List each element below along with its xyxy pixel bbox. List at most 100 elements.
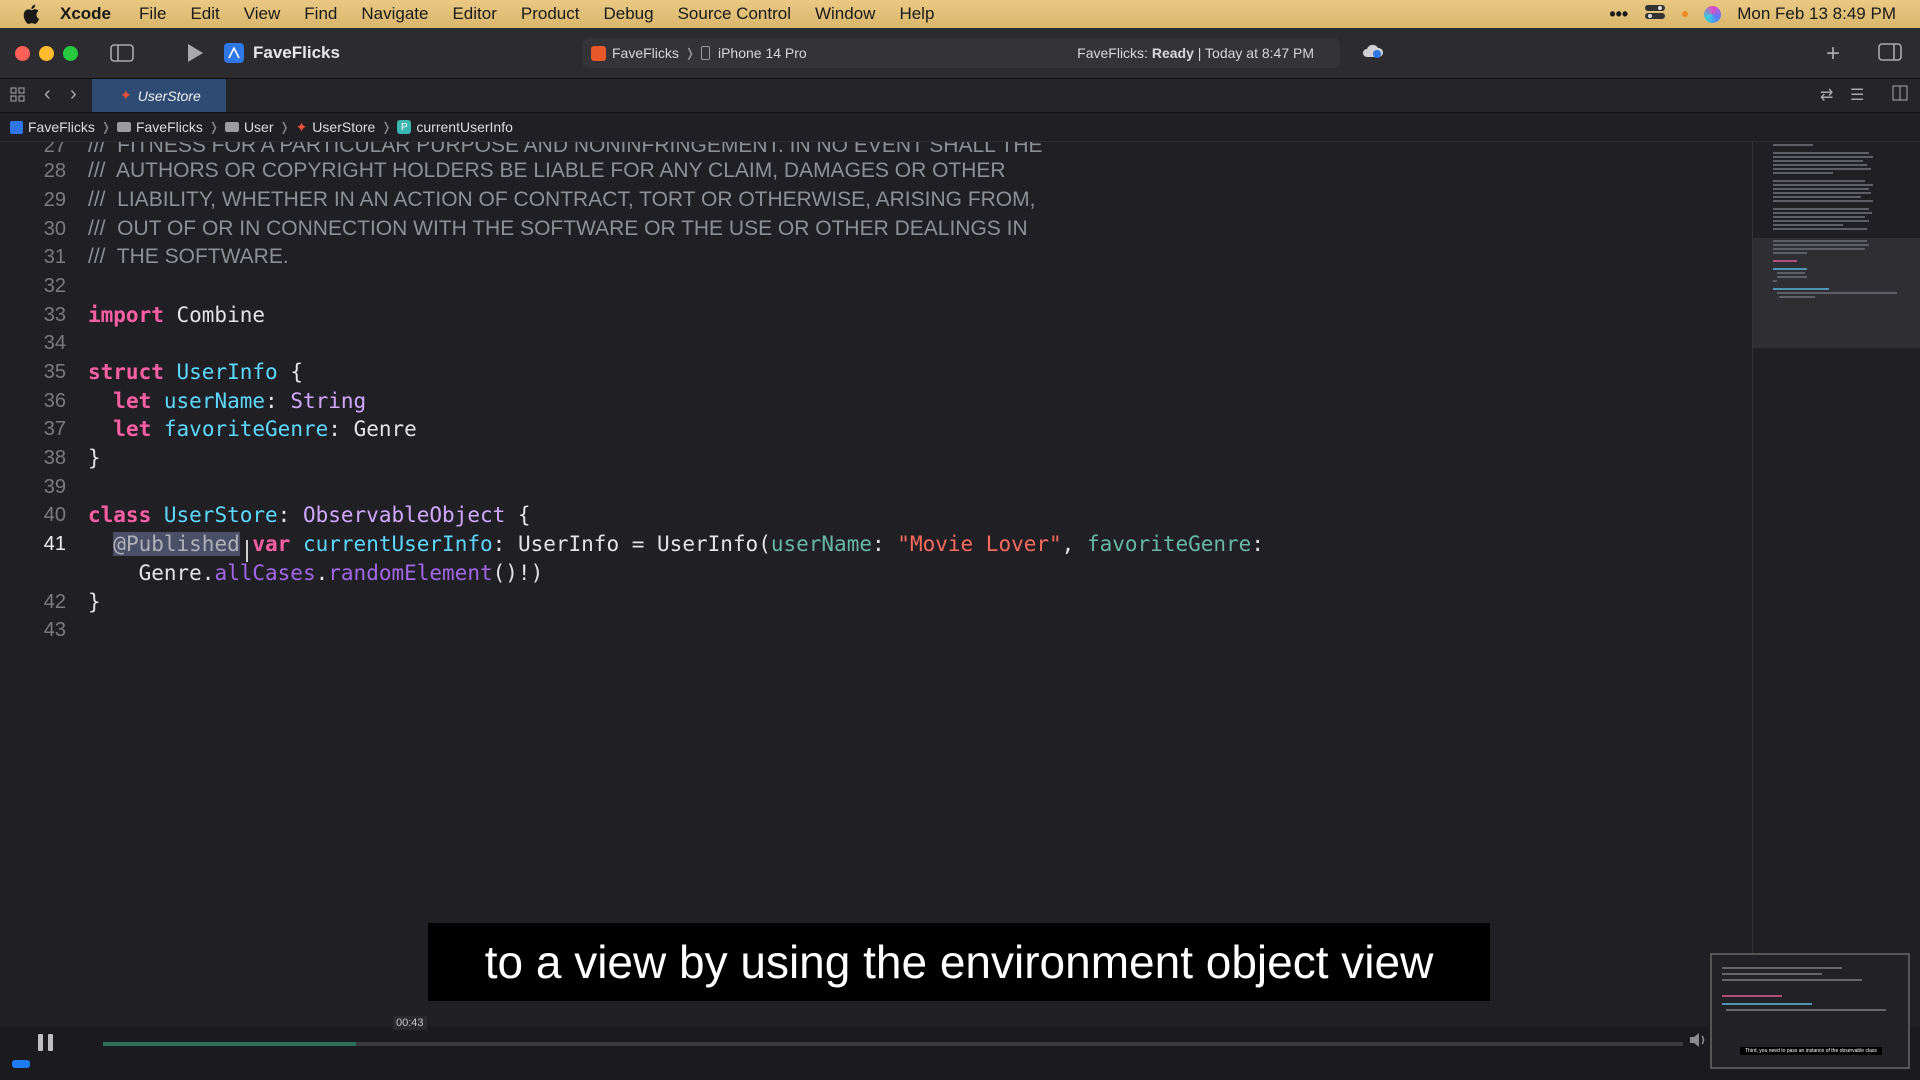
- grid-icon[interactable]: [10, 87, 26, 103]
- minimap-line: [1773, 248, 1865, 250]
- selected-attribute[interactable]: @Published: [113, 532, 240, 556]
- menu-help[interactable]: Help: [899, 4, 934, 24]
- navigator-toggle-icon[interactable]: [110, 44, 134, 62]
- minimap-line: [1773, 200, 1873, 202]
- minimize-button[interactable]: [39, 45, 54, 61]
- minimap-line: [1777, 292, 1897, 294]
- code-text: Genre.allCases.randomElement()!): [138, 561, 544, 585]
- video-preview-thumbnail[interactable]: Third, you need to pass an instance of t…: [1710, 953, 1910, 1069]
- protocol-name: ObservableObject: [302, 503, 506, 527]
- activity-view: FaveFlicks ❭ iPhone 14 Pro FaveFlicks: R…: [582, 38, 1340, 68]
- minimap-line: [1773, 240, 1867, 242]
- source-editor[interactable]: 27 /// FITNESS FOR A PARTICULAR PURPOSE …: [0, 142, 1752, 1026]
- minimap-line: [1773, 260, 1797, 262]
- split-editor-icon[interactable]: [1892, 85, 1908, 101]
- back-icon[interactable]: ‹: [44, 83, 51, 106]
- inspector-toggle-icon[interactable]: [1878, 43, 1902, 61]
- minimap-line: [1773, 208, 1869, 210]
- close-button[interactable]: [15, 45, 30, 61]
- swift-file-icon: ✦: [120, 87, 132, 103]
- run-button[interactable]: [186, 43, 204, 63]
- chevron-right-icon: ❭: [279, 120, 290, 134]
- add-icon[interactable]: +: [1826, 40, 1840, 68]
- minimap-line: [1773, 160, 1863, 162]
- minimap-line: [1773, 216, 1865, 218]
- forward-icon[interactable]: ›: [70, 83, 77, 106]
- editor-options-icon[interactable]: ☰: [1850, 85, 1864, 105]
- menu-edit[interactable]: Edit: [190, 4, 219, 24]
- preview-code-line: [1722, 973, 1822, 975]
- apple-logo-icon[interactable]: [20, 3, 42, 25]
- keyword: import: [88, 303, 164, 327]
- menu-navigate[interactable]: Navigate: [361, 4, 428, 24]
- menu-clock[interactable]: Mon Feb 13 8:49 PM: [1737, 4, 1896, 24]
- keyword: class: [88, 503, 152, 527]
- playback-progress: [103, 1042, 356, 1046]
- minimap[interactable]: [1752, 142, 1920, 1026]
- jumpbar-label: currentUserInfo: [416, 119, 513, 135]
- pause-button[interactable]: [38, 1034, 58, 1054]
- status-time: | Today at 8:47 PM: [1193, 45, 1314, 61]
- playback-timecode: 00:43: [393, 1016, 427, 1030]
- line-number: 34: [43, 331, 66, 354]
- call-tail: ()!): [492, 561, 544, 585]
- menu-editor[interactable]: Editor: [452, 4, 496, 24]
- minimap-line: [1773, 212, 1872, 214]
- property-name: currentUserInfo: [302, 532, 493, 556]
- jumpbar-item-project[interactable]: FaveFlicks: [10, 119, 95, 135]
- menu-source-control[interactable]: Source Control: [678, 4, 791, 24]
- device-icon: [700, 46, 710, 60]
- line-number: 32: [43, 274, 66, 297]
- more-icon[interactable]: •••: [1609, 4, 1628, 25]
- type-ref: Genre: [353, 417, 417, 441]
- pause-icon: [48, 1034, 53, 1051]
- code-text: }: [88, 446, 101, 470]
- jumpbar-item-symbol[interactable]: P currentUserInfo: [397, 119, 513, 135]
- status-prefix: FaveFlicks:: [1077, 45, 1152, 61]
- siri-icon[interactable]: [1704, 5, 1722, 23]
- line-number: 40: [43, 503, 66, 526]
- line-number: 33: [43, 303, 66, 326]
- jumpbar-label: User: [243, 119, 274, 135]
- menu-app-name[interactable]: Xcode: [60, 4, 111, 24]
- scheme-selector[interactable]: FaveFlicks: [612, 45, 679, 61]
- menu-find[interactable]: Find: [304, 4, 337, 24]
- volume-icon[interactable]: [1688, 1030, 1710, 1055]
- jumpbar-item-group[interactable]: FaveFlicks: [116, 119, 203, 135]
- folder-icon: [116, 122, 131, 132]
- code-text: struct UserInfo {: [88, 360, 303, 384]
- menu-view[interactable]: View: [244, 4, 281, 24]
- minimap-line: [1773, 180, 1865, 182]
- minimap-line: [1773, 144, 1813, 146]
- comment-text: /// AUTHORS OR COPYRIGHT HOLDERS BE LIAB…: [88, 159, 1006, 182]
- line-number: 36: [43, 389, 66, 412]
- preview-caption: Third, you need to pass an instance of t…: [1740, 1047, 1882, 1055]
- refresh-icon[interactable]: ⇄: [1820, 85, 1833, 105]
- tab-userstore[interactable]: ✦ UserStore: [92, 79, 226, 112]
- type-ref: Genre: [138, 561, 202, 585]
- jumpbar-item-file[interactable]: ✦ UserStore: [296, 119, 376, 136]
- minimap-line: [1773, 280, 1777, 282]
- control-center-icon[interactable]: [1644, 4, 1666, 25]
- menu-window[interactable]: Window: [815, 4, 875, 24]
- line-number: 27: [43, 142, 66, 157]
- line-number: 31: [43, 245, 66, 268]
- menu-debug[interactable]: Debug: [603, 4, 653, 24]
- menu-file[interactable]: File: [139, 4, 166, 24]
- comment-text: /// LIABILITY, WHETHER IN AN ACTION OF C…: [88, 188, 1036, 211]
- jumpbar-label: FaveFlicks: [28, 119, 95, 135]
- jumpbar-item-user-folder[interactable]: User: [224, 119, 274, 135]
- playback-scrubber[interactable]: [103, 1042, 1683, 1046]
- type-ref: String: [290, 389, 367, 413]
- device-selector[interactable]: iPhone 14 Pro: [718, 45, 807, 61]
- code-text: let userName: String: [113, 389, 367, 413]
- menu-product[interactable]: Product: [521, 4, 580, 24]
- minimap-line: [1773, 152, 1869, 154]
- recording-indicator-icon: [1682, 11, 1689, 17]
- preview-code-line: [1722, 995, 1782, 997]
- folder-icon: [224, 122, 239, 132]
- cloud-icon[interactable]: [1362, 43, 1384, 59]
- minimap-line: [1773, 168, 1871, 170]
- preview-code-line: [1726, 1009, 1886, 1011]
- zoom-button[interactable]: [63, 45, 78, 61]
